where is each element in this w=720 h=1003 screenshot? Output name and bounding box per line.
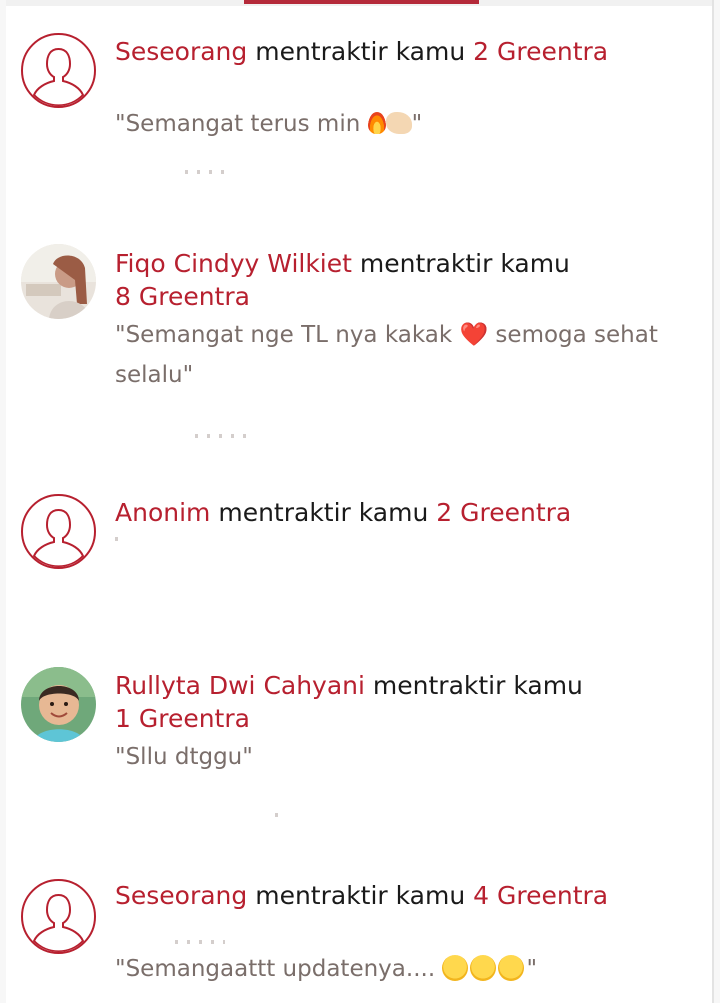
default-user-icon[interactable]	[21, 33, 96, 108]
profile-photo[interactable]	[21, 244, 96, 319]
faint-specks	[185, 170, 230, 174]
heart-icon: ❤️	[459, 322, 489, 348]
action-text: mentraktir kamu	[247, 37, 474, 66]
faint-specks	[275, 813, 285, 817]
notification-message: "Sllu dtggu"	[115, 744, 253, 770]
flexed-biceps-icon	[385, 112, 412, 134]
scroll-divider	[712, 0, 714, 1003]
notification-item[interactable]: Seseorang mentraktir kamu 2 Greentra "Se…	[0, 0, 706, 200]
action-text: mentraktir kamu	[210, 498, 437, 527]
notification-item[interactable]: Anonim mentraktir kamu 2 Greentra	[0, 470, 706, 650]
sender-name[interactable]: Seseorang	[115, 37, 247, 66]
notification-headline: Rullyta Dwi Cahyani mentraktir kamu 1 Gr…	[115, 669, 685, 735]
notification-headline: Anonim mentraktir kamu 2 Greentra	[115, 496, 685, 529]
default-user-icon[interactable]	[21, 494, 96, 569]
hugging-face-icon	[470, 955, 497, 981]
sender-name[interactable]: Rullyta Dwi Cahyani	[115, 671, 365, 700]
faint-specks	[115, 537, 119, 541]
action-text: mentraktir kamu	[247, 881, 474, 910]
right-edge	[714, 0, 720, 1003]
faint-specks	[195, 434, 255, 438]
amount-text: 4 Greentra	[473, 881, 609, 910]
amount-text: 2 Greentra	[436, 498, 572, 527]
sender-name[interactable]: Fiqo Cindyy Wilkiet	[115, 249, 352, 278]
amount-text: 2 Greentra	[473, 37, 609, 66]
sender-name[interactable]: Anonim	[115, 498, 210, 527]
action-text: mentraktir kamu	[351, 249, 570, 278]
notification-item[interactable]: Fiqo Cindyy Wilkiet mentraktir kamu 8 Gr…	[0, 200, 706, 470]
notification-message: "Semangat nge TL nya kakak ❤️ semoga seh…	[115, 322, 658, 388]
profile-photo[interactable]	[21, 667, 96, 742]
amount-text: 1 Greentra	[115, 704, 250, 733]
sender-name[interactable]: Seseorang	[115, 881, 247, 910]
notification-headline: Seseorang mentraktir kamu 4 Greentra	[115, 879, 685, 912]
notification-item[interactable]: Seseorang mentraktir kamu 4 Greentra "Se…	[0, 850, 706, 1003]
fire-icon	[367, 112, 386, 134]
notification-item[interactable]: Rullyta Dwi Cahyani mentraktir kamu 1 Gr…	[0, 650, 706, 850]
hugging-face-icon	[498, 955, 525, 981]
notification-message: "Semangat terus min "	[115, 111, 423, 137]
default-user-icon[interactable]	[21, 879, 96, 954]
hugging-face-icon	[442, 955, 469, 981]
notification-headline: Seseorang mentraktir kamu 2 Greentra	[115, 35, 685, 68]
amount-text: 8 Greentra	[115, 282, 250, 311]
action-text: mentraktir kamu	[364, 671, 583, 700]
notification-message: "Semangaattt updatenya.... "	[115, 955, 538, 982]
notification-headline: Fiqo Cindyy Wilkiet mentraktir kamu 8 Gr…	[115, 247, 685, 313]
faint-specks	[175, 940, 225, 944]
